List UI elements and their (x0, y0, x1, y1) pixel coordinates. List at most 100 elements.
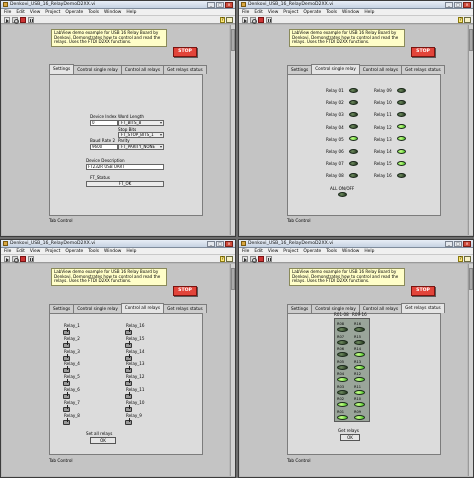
relay-toggle-led[interactable] (349, 160, 358, 166)
tab-settings[interactable]: Settings (287, 304, 313, 313)
scroll-thumb[interactable] (231, 29, 235, 51)
minimize-icon[interactable]: _ (207, 2, 215, 8)
menu-window[interactable]: Window (104, 249, 121, 254)
pause-icon[interactable] (28, 256, 34, 262)
menu-file[interactable]: File (4, 249, 11, 254)
stop-button[interactable]: STOP (173, 47, 197, 57)
relay-toggle-led[interactable] (349, 87, 358, 93)
menu-file[interactable]: File (242, 249, 249, 254)
relay-toggle-switch[interactable] (125, 417, 132, 425)
abort-icon[interactable] (20, 17, 26, 23)
menu-tools[interactable]: Tools (326, 249, 337, 254)
stop-button[interactable]: STOP (173, 286, 197, 296)
get-relays-ok-button[interactable]: OK (340, 434, 360, 441)
relay-toggle-led[interactable] (397, 148, 406, 154)
tab-settings[interactable]: Settings (49, 304, 75, 313)
tab-control-all-relays[interactable]: Control all relays (358, 65, 403, 74)
tab-get-relays-status[interactable]: Get relays status (163, 304, 207, 313)
menu-edit[interactable]: Edit (254, 249, 263, 254)
vertical-scrollbar[interactable] (468, 25, 473, 235)
relay-toggle-led[interactable] (349, 148, 358, 154)
baud-rate-input[interactable]: 9600 (90, 144, 118, 150)
relay-toggle-led[interactable] (397, 99, 406, 105)
abort-icon[interactable] (20, 256, 26, 262)
relay-toggle-switch[interactable] (63, 340, 70, 348)
relay-toggle-switch[interactable] (125, 366, 132, 374)
relay-toggle-led[interactable] (397, 124, 406, 130)
relay-toggle-led[interactable] (349, 136, 358, 142)
relay-toggle-switch[interactable] (63, 417, 70, 425)
scroll-thumb[interactable] (231, 268, 235, 290)
tab-get-relays-status[interactable]: Get relays status (401, 303, 445, 313)
menu-operate[interactable]: Operate (65, 249, 83, 254)
menu-window[interactable]: Window (342, 249, 359, 254)
set-all-relays-ok-button[interactable]: OK (90, 437, 116, 444)
menu-view[interactable]: View (268, 10, 278, 15)
relay-toggle-switch[interactable] (125, 392, 132, 399)
pause-icon[interactable] (266, 256, 272, 262)
maximize-icon[interactable]: □ (216, 2, 224, 8)
context-help-icon[interactable]: ? (458, 17, 463, 23)
relay-toggle-led[interactable] (349, 124, 358, 130)
tab-settings[interactable]: Settings (287, 65, 313, 74)
relay-toggle-led[interactable] (397, 111, 406, 117)
stop-button[interactable]: STOP (411, 286, 435, 296)
device-index-input[interactable]: 0 (90, 120, 118, 126)
menu-help[interactable]: Help (364, 249, 374, 254)
close-icon[interactable]: × (225, 2, 233, 8)
menu-project[interactable]: Project (45, 249, 60, 254)
menu-file[interactable]: File (4, 10, 11, 15)
tab-settings[interactable]: Settings (49, 64, 75, 74)
pause-icon[interactable] (266, 17, 272, 23)
run-continuously-icon[interactable] (250, 17, 257, 24)
menu-project[interactable]: Project (45, 10, 60, 15)
word-length-select[interactable]: FT_BITS_8 (118, 120, 164, 126)
tab-get-relays-status[interactable]: Get relays status (401, 65, 445, 74)
run-arrow-icon[interactable] (242, 17, 248, 23)
relay-toggle-switch[interactable] (63, 328, 70, 335)
vertical-scrollbar[interactable] (230, 25, 235, 235)
menu-view[interactable]: View (268, 249, 278, 254)
menu-tools[interactable]: Tools (88, 249, 99, 254)
tab-control-single-relay[interactable]: Control single relay (73, 65, 122, 74)
relay-toggle-switch[interactable] (125, 404, 132, 412)
relay-toggle-switch[interactable] (63, 366, 70, 374)
minimize-icon[interactable]: _ (207, 241, 215, 247)
menu-operate[interactable]: Operate (65, 10, 83, 15)
maximize-icon[interactable]: □ (216, 241, 224, 247)
menu-tools[interactable]: Tools (326, 10, 337, 15)
menu-tools[interactable]: Tools (88, 10, 99, 15)
abort-icon[interactable] (258, 256, 264, 262)
run-continuously-icon[interactable] (12, 17, 19, 24)
relay-toggle-switch[interactable] (125, 340, 132, 348)
relay-toggle-switch[interactable] (63, 404, 70, 412)
close-icon[interactable]: × (463, 2, 471, 8)
run-continuously-icon[interactable] (12, 256, 19, 263)
close-icon[interactable]: × (463, 241, 471, 247)
menu-file[interactable]: File (242, 10, 249, 15)
tab-control-all-relays[interactable]: Control all relays (120, 65, 165, 74)
minimize-icon[interactable]: _ (445, 241, 453, 247)
run-arrow-icon[interactable] (4, 256, 10, 262)
relay-toggle-led[interactable] (397, 160, 406, 166)
stop-button[interactable]: STOP (411, 47, 435, 57)
run-arrow-icon[interactable] (4, 17, 10, 23)
menu-view[interactable]: View (30, 249, 40, 254)
minimize-icon[interactable]: _ (445, 2, 453, 8)
scroll-thumb[interactable] (469, 268, 473, 290)
title-bar[interactable]: Denkovi_USB_16_RelayDemoD2XX.vi _ □ × (1, 240, 235, 248)
relay-toggle-switch[interactable] (63, 392, 70, 399)
relay-toggle-led[interactable] (349, 99, 358, 105)
close-icon[interactable]: × (225, 241, 233, 247)
menu-project[interactable]: Project (283, 10, 298, 15)
relay-toggle-led[interactable] (349, 111, 358, 117)
title-bar[interactable]: Denkovi_USB_16_RelayDemoD2XX.vi _ □ × (239, 240, 473, 248)
relay-toggle-switch[interactable] (125, 379, 132, 387)
relay-toggle-led[interactable] (349, 172, 358, 178)
menu-help[interactable]: Help (126, 249, 136, 254)
menu-edit[interactable]: Edit (254, 10, 263, 15)
title-bar[interactable]: Denkovi_USB_16_RelayDemoD2XX.vi _ □ × (239, 1, 473, 9)
maximize-icon[interactable]: □ (454, 2, 462, 8)
tab-control-single-relay[interactable]: Control single relay (73, 304, 122, 313)
relay-toggle-switch[interactable] (125, 353, 132, 361)
